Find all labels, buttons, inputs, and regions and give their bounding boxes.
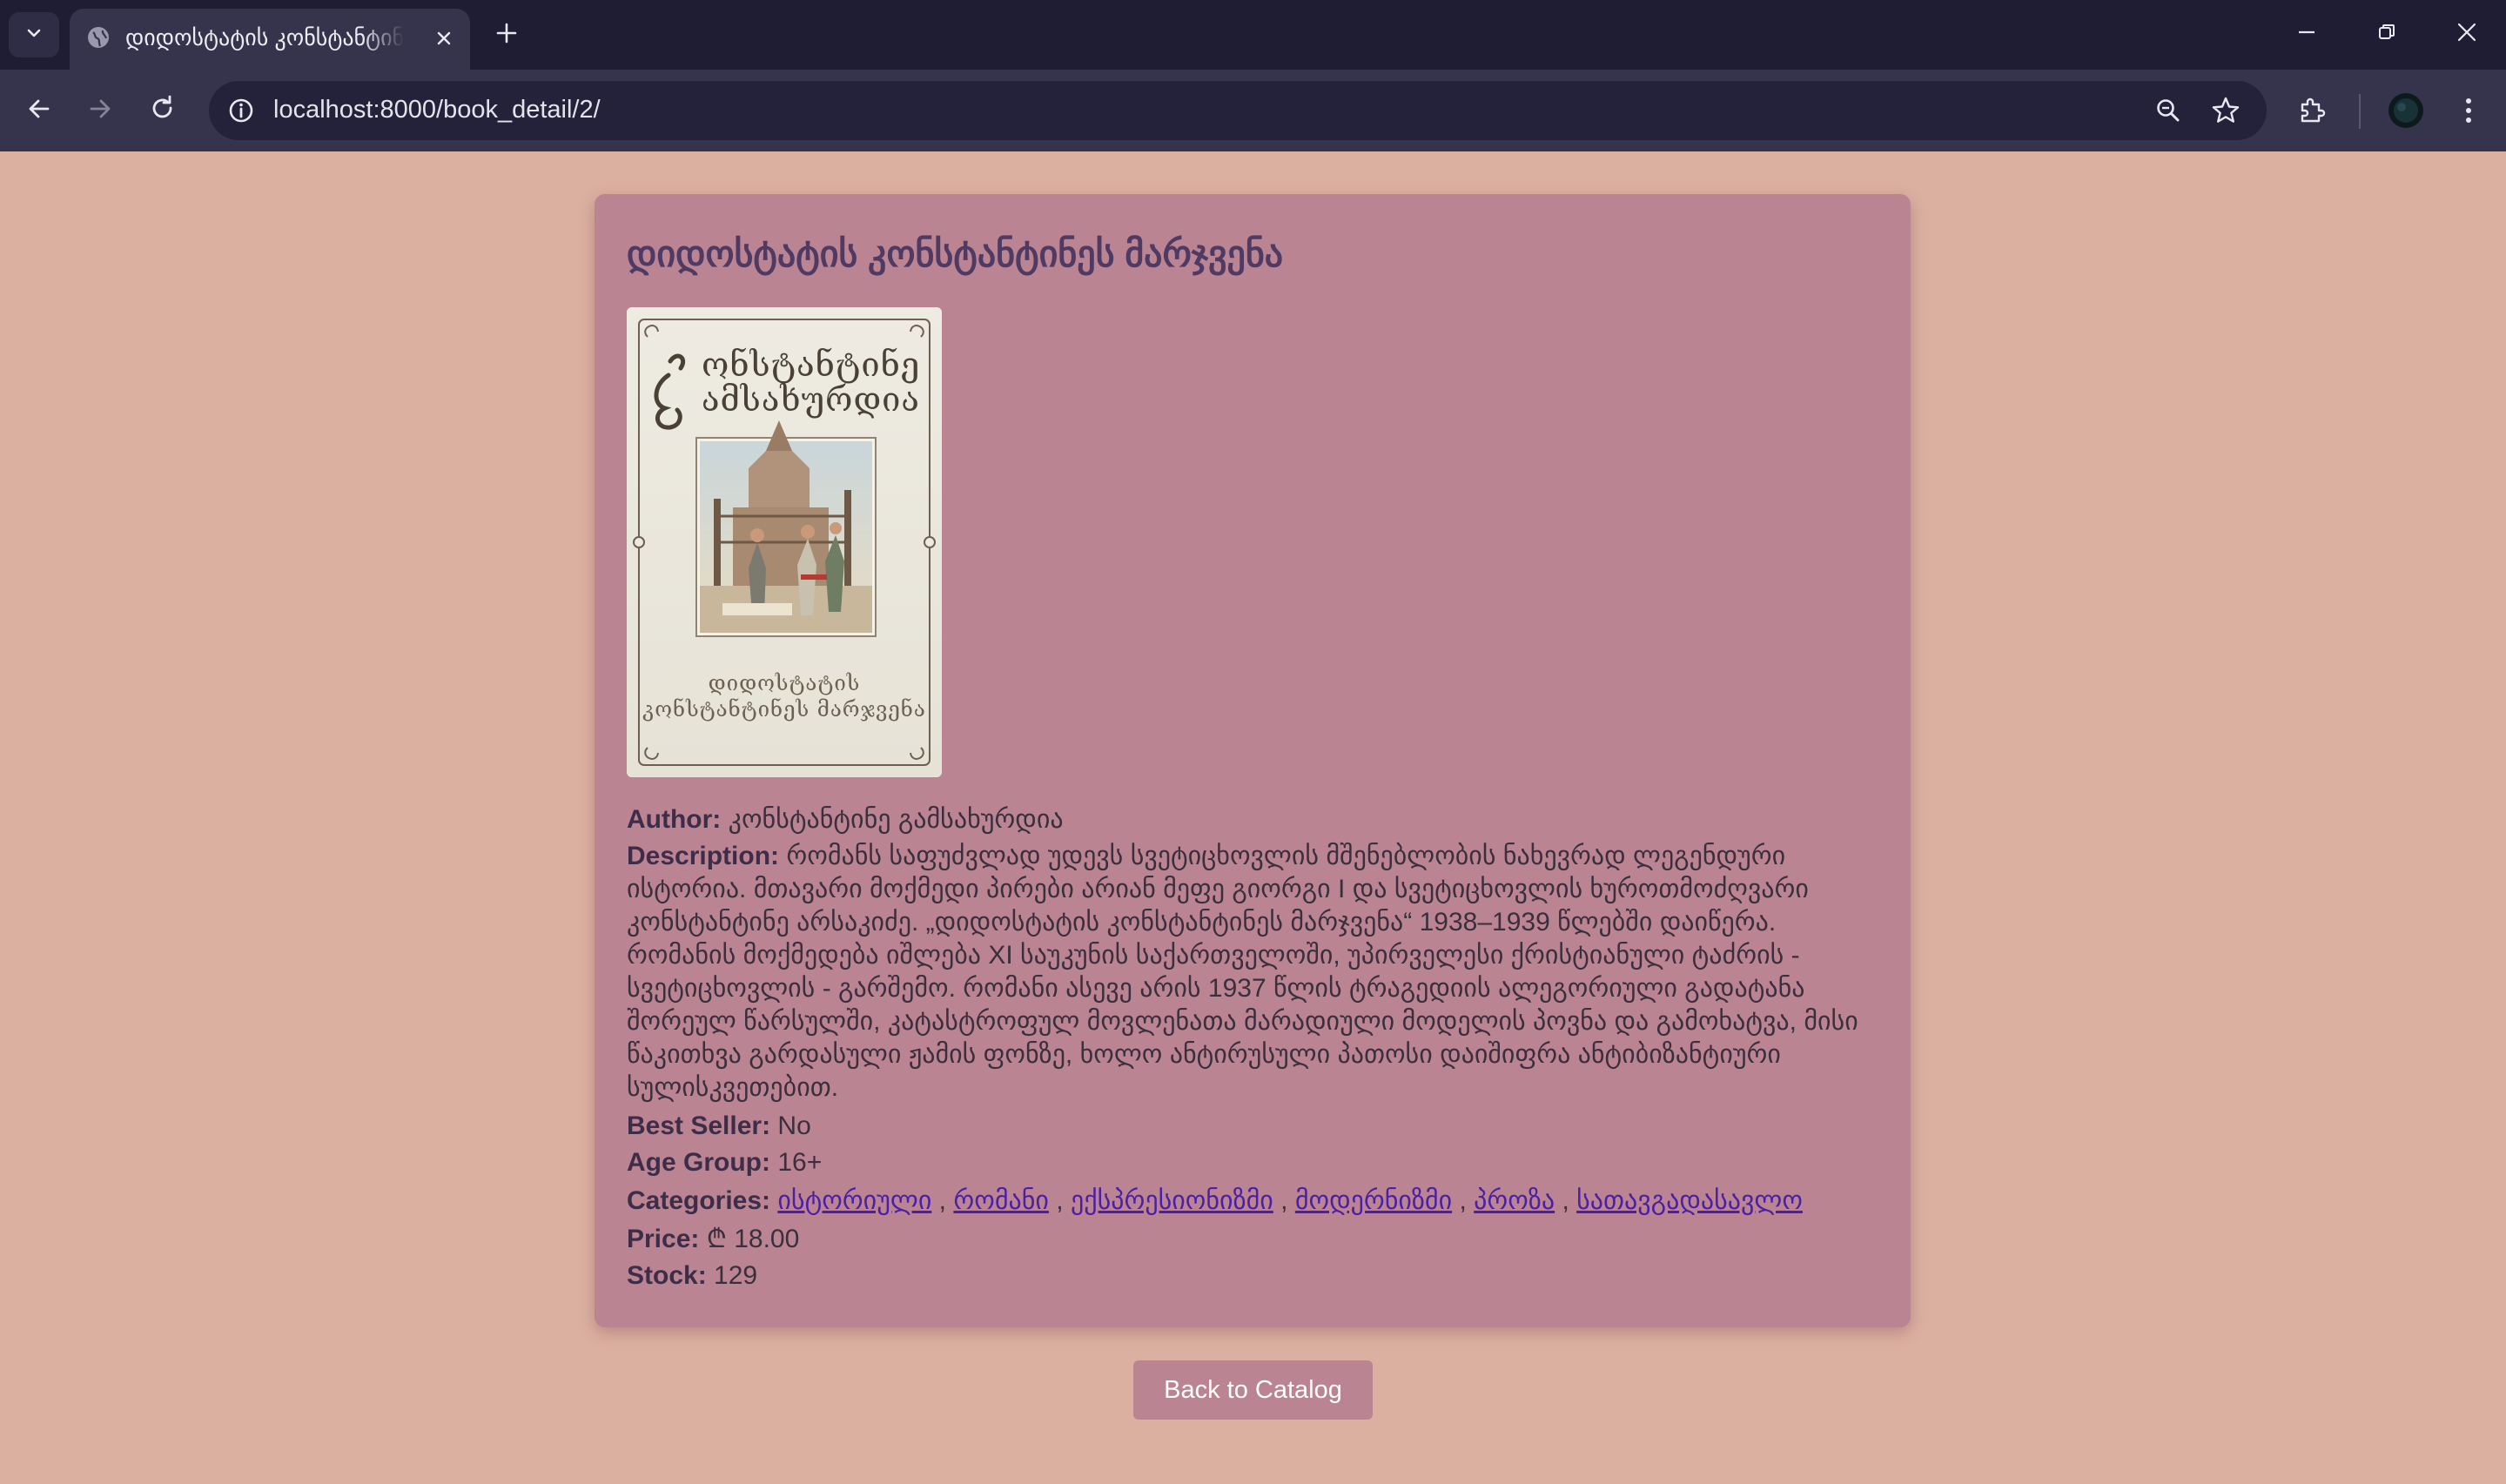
close-window-button[interactable] — [2441, 12, 2493, 56]
cover-subtitle-line-1: დიდოსტატის — [708, 671, 861, 695]
zoom-icon[interactable] — [2147, 89, 2190, 132]
back-button[interactable] — [17, 89, 61, 132]
reload-button[interactable] — [141, 89, 185, 132]
toolbar-divider — [2359, 94, 2361, 129]
author-label: Author: — [627, 805, 722, 834]
arrow-left-icon — [25, 95, 53, 127]
age-group-row: Age Group: 16+ — [627, 1145, 1880, 1181]
price-label: Price: — [627, 1225, 700, 1253]
stock-row: Stock: 129 — [627, 1258, 1880, 1294]
minimize-button[interactable] — [2281, 12, 2333, 56]
url-text: localhost:8000/book_detail/2/ — [273, 96, 601, 124]
book-cover-image: ონსტანტინე ამსახურდია დიდოსტატის კონსტან… — [627, 307, 942, 777]
browser-chrome: დიდოსტატის კონსტანტინეს მარჯვენა — [0, 0, 2506, 151]
cover-subtitle-line-2: კონსტანტინეს მარჯვენა — [642, 697, 926, 722]
chevron-down-icon — [24, 24, 44, 47]
tab-strip: დიდოსტატის კონსტანტინეს მარჯვენა — [0, 0, 2506, 70]
author-value: კონსტანტინე გამსახურდია — [728, 805, 1064, 834]
close-tab-icon[interactable] — [427, 21, 461, 56]
plus-icon — [495, 22, 518, 49]
stock-label: Stock: — [627, 1261, 707, 1290]
category-link[interactable]: ისტორიული — [777, 1186, 931, 1215]
age-group-label: Age Group: — [627, 1148, 770, 1177]
bestseller-value: No — [777, 1111, 811, 1140]
site-info-icon[interactable] — [219, 89, 263, 132]
active-tab[interactable]: დიდოსტატის კონსტანტინეს მარჯვენა — [70, 9, 470, 70]
description-row: Description: რომანს საფუძვლად უდევს სვეტ… — [627, 840, 1880, 1105]
minimize-icon — [2296, 22, 2317, 47]
age-group-value: 16+ — [777, 1148, 823, 1177]
cover-title-line-1: ონსტანტინე — [702, 346, 921, 384]
category-link[interactable]: პროზა — [1474, 1186, 1555, 1215]
cover-title-line-2: ამსახურდია — [702, 380, 920, 419]
restore-icon — [2376, 22, 2397, 47]
price-row: Price: ₾ 18.00 — [627, 1221, 1880, 1258]
book-title: დიდოსტატის კონსტანტინეს მარჯვენა — [627, 233, 1284, 274]
tab-title: დიდოსტატის კონსტანტინეს მარჯვენა — [125, 24, 404, 50]
book-details: Author: კონსტანტინე გამსახურდია Descript… — [627, 803, 1880, 1294]
profile-avatar[interactable] — [2382, 86, 2430, 135]
bestseller-label: Best Seller: — [627, 1111, 771, 1140]
category-link[interactable]: ექსპრესიონიზმი — [1071, 1186, 1273, 1215]
close-icon — [2456, 22, 2477, 47]
restore-button[interactable] — [2361, 12, 2413, 56]
categories-row: Categories: ისტორიული , რომანი , ექსპრეს… — [627, 1186, 1803, 1215]
category-link[interactable]: სათავგადასავლო — [1576, 1186, 1803, 1215]
categories-label: Categories: — [627, 1186, 771, 1215]
arrow-right-icon — [86, 95, 114, 127]
description-value: რომანს საფუძვლად უდევს სვეტიცხოვლის მშენ… — [627, 842, 1858, 1102]
tab-search-button[interactable] — [9, 12, 59, 57]
category-link[interactable]: მოდერნიზმი — [1295, 1186, 1452, 1215]
new-tab-button[interactable] — [487, 16, 526, 54]
reload-icon — [149, 95, 177, 127]
back-to-catalog-button[interactable]: Back to Catalog — [1133, 1360, 1373, 1420]
more-menu-icon[interactable] — [2444, 86, 2493, 135]
price-value: ₾ 18.00 — [706, 1225, 800, 1253]
extensions-icon[interactable] — [2288, 86, 2336, 135]
bestseller-row: Best Seller: No — [627, 1108, 1880, 1145]
address-bar[interactable]: localhost:8000/book_detail/2/ — [209, 81, 2267, 140]
author-row: Author: კონსტანტინე გამსახურდია — [627, 803, 1880, 836]
description-label: Description: — [627, 842, 780, 870]
globe-icon — [85, 24, 111, 50]
stock-value: 129 — [714, 1261, 758, 1290]
book-detail-card: დიდოსტატის კონსტანტინეს მარჯვენა ონსტანტ… — [595, 194, 1911, 1327]
category-link[interactable]: რომანი — [953, 1186, 1049, 1215]
forward-button[interactable] — [78, 89, 122, 132]
star-icon[interactable] — [2204, 89, 2247, 132]
